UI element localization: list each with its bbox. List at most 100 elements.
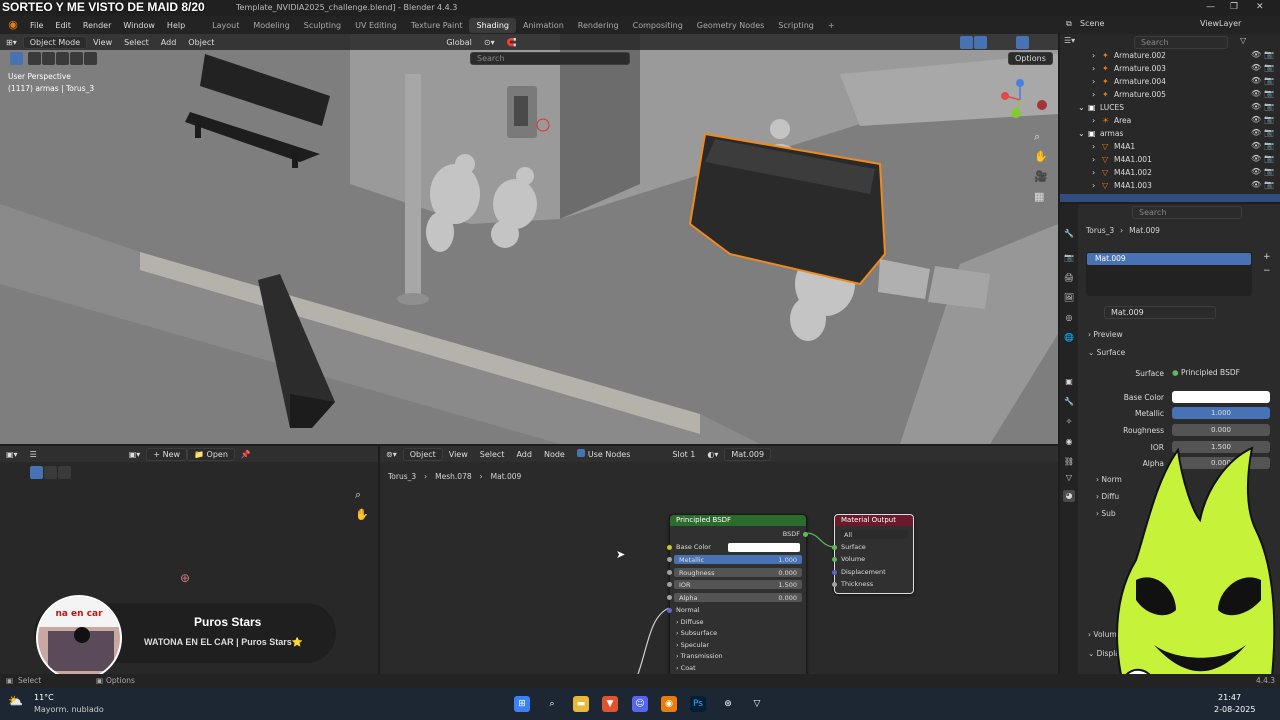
normal-socket[interactable] bbox=[667, 608, 672, 613]
transform-orientation-dropdown[interactable]: Global bbox=[440, 37, 478, 48]
add-workspace-icon[interactable]: + bbox=[821, 18, 842, 33]
tab-modeling[interactable]: Modeling bbox=[246, 18, 296, 33]
shader-node-editor[interactable]: ⊚▾ Object View Select Add Node Use Nodes… bbox=[380, 446, 1058, 674]
constraints-tab-icon[interactable]: ⛓ bbox=[1063, 456, 1075, 468]
blender-logo-icon[interactable]: ◉ bbox=[6, 18, 20, 32]
overlay-toggle-icon[interactable] bbox=[974, 35, 987, 49]
render-camera-icon[interactable]: 📷 bbox=[1264, 141, 1274, 150]
base-color-socket[interactable] bbox=[667, 545, 672, 550]
select-extend-icon[interactable] bbox=[42, 52, 55, 65]
tab-uv-editing[interactable]: UV Editing bbox=[348, 18, 404, 33]
properties-search-input[interactable]: Search bbox=[1132, 206, 1242, 219]
outliner-row[interactable]: › ☀ Area 👁 📷 bbox=[1060, 114, 1280, 127]
scene-name[interactable]: Scene bbox=[1080, 19, 1104, 28]
outliner-row[interactable]: › ✦ Armature.002 👁 📷 bbox=[1060, 49, 1280, 62]
view-layer-tab-icon[interactable]: 🖼 bbox=[1063, 292, 1075, 304]
image-select-icon[interactable] bbox=[30, 466, 43, 479]
output-tab-icon[interactable]: 🖨 bbox=[1063, 272, 1075, 284]
bsdf-panel-transmission[interactable]: › Transmission bbox=[676, 652, 800, 661]
bsdf-panel-diffuse[interactable]: › Diffuse bbox=[676, 618, 800, 627]
thickness-socket[interactable] bbox=[832, 582, 837, 587]
select-subtract-icon[interactable] bbox=[56, 52, 69, 65]
render-shading-icon[interactable] bbox=[1044, 35, 1057, 49]
visibility-eye-icon[interactable]: 👁 bbox=[1251, 154, 1261, 163]
tab-layout[interactable]: Layout bbox=[205, 18, 246, 33]
brave-browser-icon[interactable]: ▼ bbox=[602, 696, 618, 712]
visibility-eye-icon[interactable]: 👁 bbox=[1251, 128, 1261, 137]
3d-viewport[interactable]: ⊞▾ Object Mode View Select Add Object Gl… bbox=[0, 34, 1058, 444]
camera-view-icon[interactable]: 🎥 bbox=[1034, 170, 1048, 183]
metallic-socket[interactable] bbox=[667, 557, 672, 562]
bsdf-panel-subsurface[interactable]: › Subsurface bbox=[676, 629, 800, 638]
blender-taskbar-icon[interactable]: ◉ bbox=[661, 696, 677, 712]
view-menu[interactable]: View bbox=[87, 37, 118, 48]
menu-render[interactable]: Render bbox=[77, 21, 117, 30]
mode-dropdown[interactable]: Object Mode bbox=[22, 35, 88, 49]
wireframe-shading-icon[interactable] bbox=[1002, 35, 1015, 49]
select-intersect-icon[interactable] bbox=[84, 52, 97, 65]
menu-file[interactable]: File bbox=[24, 21, 49, 30]
tool-tab-icon[interactable]: 🔧 bbox=[1063, 228, 1075, 240]
add-slot-icon[interactable]: + bbox=[1263, 252, 1271, 262]
minimize-icon[interactable]: — bbox=[1206, 2, 1215, 12]
outliner-row[interactable]: › ✦ Armature.003 👁 📷 bbox=[1060, 62, 1280, 75]
image-pan-icon[interactable]: ✋ bbox=[355, 508, 369, 521]
outliner-row[interactable]: › ▽ M4A1.002 👁 📷 bbox=[1060, 166, 1280, 179]
render-camera-icon[interactable]: 📷 bbox=[1264, 76, 1274, 85]
solid-shading-icon[interactable] bbox=[1016, 35, 1029, 49]
material-slot-item[interactable]: Mat.009 bbox=[1087, 253, 1251, 265]
physics-tab-icon[interactable]: ◉ bbox=[1063, 436, 1075, 448]
material-datablock-field[interactable]: Mat.009 bbox=[1104, 306, 1216, 319]
navigation-gizmo[interactable] bbox=[996, 74, 1050, 124]
remove-slot-icon[interactable]: − bbox=[1263, 266, 1271, 276]
roughness-value[interactable]: 0.000 bbox=[1172, 424, 1270, 436]
outliner-row[interactable]: › ✦ Armature.004 👁 📷 bbox=[1060, 75, 1280, 88]
tab-scripting[interactable]: Scripting bbox=[771, 18, 821, 33]
material-output-node[interactable]: Material Output All Surface Volume Displ… bbox=[832, 514, 914, 594]
base-color-swatch[interactable] bbox=[1172, 391, 1270, 403]
object-menu[interactable]: Object bbox=[182, 37, 220, 48]
preview-panel-header[interactable]: › Preview bbox=[1088, 330, 1123, 339]
bsdf-roughness-field[interactable]: Roughness 0.000 bbox=[674, 568, 802, 577]
displacement-socket[interactable] bbox=[832, 570, 837, 575]
bsdf-metallic-field[interactable]: Metallic 1.000 bbox=[674, 555, 802, 564]
roughness-socket[interactable] bbox=[667, 570, 672, 575]
surface-shader-value[interactable]: ● Principled BSDF bbox=[1172, 368, 1240, 377]
render-camera-icon[interactable]: 📷 bbox=[1264, 89, 1274, 98]
image-select-subtract-icon[interactable] bbox=[58, 466, 71, 479]
output-target-dropdown[interactable]: All bbox=[840, 530, 908, 539]
file-explorer-icon[interactable]: ▬ bbox=[573, 696, 589, 712]
visibility-eye-icon[interactable]: 👁 bbox=[1251, 167, 1261, 176]
outliner-row[interactable]: › ▽ M4A1.003 👁 📷 bbox=[1060, 179, 1280, 192]
bsdf-base-color-swatch[interactable] bbox=[728, 543, 800, 552]
render-camera-icon[interactable]: 📷 bbox=[1264, 154, 1274, 163]
object-tab-icon[interactable]: ▣ bbox=[1063, 376, 1075, 388]
visibility-eye-icon[interactable]: 👁 bbox=[1251, 50, 1261, 59]
select-invert-icon[interactable] bbox=[70, 52, 83, 65]
editor-type-icon[interactable]: ⊞▾ bbox=[0, 37, 23, 48]
data-tab-icon[interactable]: ▽ bbox=[1063, 472, 1075, 484]
snap-icon[interactable]: 🧲 bbox=[501, 37, 523, 48]
render-camera-icon[interactable]: 📷 bbox=[1264, 50, 1274, 59]
image-editor-type2-icon[interactable]: ▣▾ bbox=[123, 449, 147, 460]
viewport-search-input[interactable]: Search bbox=[470, 52, 630, 65]
visibility-eye-icon[interactable]: 👁 bbox=[1251, 63, 1261, 72]
material-slot-list[interactable]: Mat.009 bbox=[1086, 252, 1252, 296]
ior-socket[interactable] bbox=[667, 582, 672, 587]
principled-bsdf-node[interactable]: Principled BSDF BSDF Base Color Metallic… bbox=[667, 514, 808, 674]
image-zoom-icon[interactable]: ⌕ bbox=[355, 488, 361, 502]
outliner-collection-row[interactable]: ⌄ ▣ armas 👁 📷 bbox=[1060, 127, 1280, 140]
material-tab-icon[interactable]: ◕ bbox=[1063, 490, 1075, 502]
ortho-toggle-icon[interactable]: ▦ bbox=[1034, 190, 1044, 203]
particles-tab-icon[interactable]: ✧ bbox=[1063, 416, 1075, 428]
pivot-icon[interactable]: ⊙▾ bbox=[478, 37, 501, 48]
image-editor-view-icon[interactable]: ☰ bbox=[24, 449, 43, 460]
render-tab-icon[interactable]: 📷 bbox=[1063, 252, 1075, 264]
search-icon[interactable]: ⌕ bbox=[544, 696, 560, 712]
select-menu[interactable]: Select bbox=[118, 37, 155, 48]
outliner-editor-icon[interactable]: ☰▾ bbox=[1064, 36, 1075, 45]
visibility-eye-icon[interactable]: 👁 bbox=[1251, 141, 1261, 150]
material-shading-icon[interactable] bbox=[1030, 35, 1043, 49]
view-layer-name[interactable]: ViewLayer bbox=[1200, 19, 1241, 28]
tab-geometry-nodes[interactable]: Geometry Nodes bbox=[690, 18, 771, 33]
